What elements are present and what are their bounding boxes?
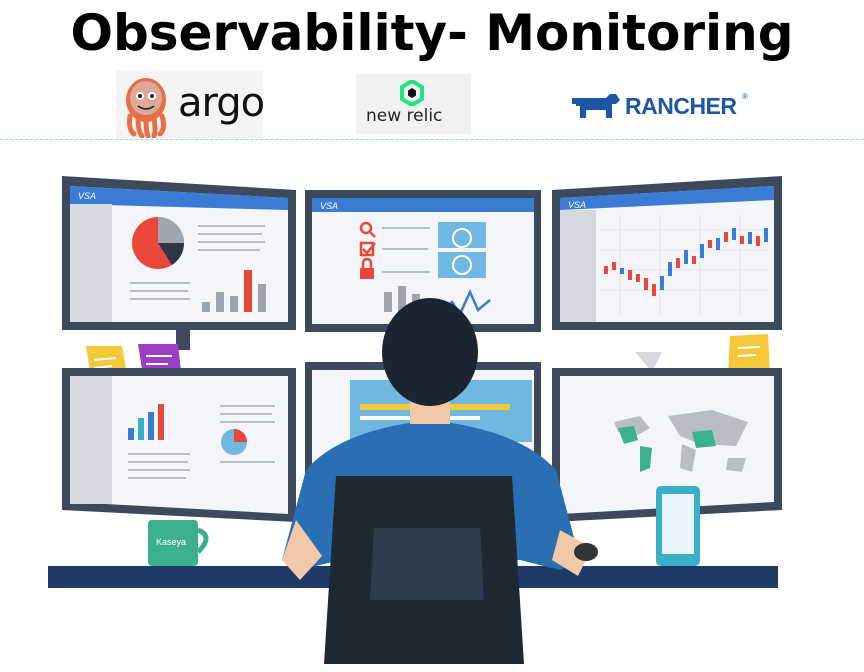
monitor-bottom-left xyxy=(62,368,296,522)
monitor-top-left: VSA xyxy=(62,176,296,350)
screen-tag: VSA xyxy=(78,191,96,201)
screen-tag: VSA xyxy=(568,200,586,210)
mug-icon: Kaseya xyxy=(148,520,209,566)
smartphone-icon xyxy=(656,486,700,566)
pie-chart-icon xyxy=(221,429,247,455)
screen-tag: VSA xyxy=(320,201,338,211)
mug-label: Kaseya xyxy=(156,537,186,547)
monitoring-illustration: VSA VSA VSA Kaseya xyxy=(48,176,782,664)
office-chair xyxy=(324,476,524,664)
pie-chart-icon xyxy=(132,217,185,269)
